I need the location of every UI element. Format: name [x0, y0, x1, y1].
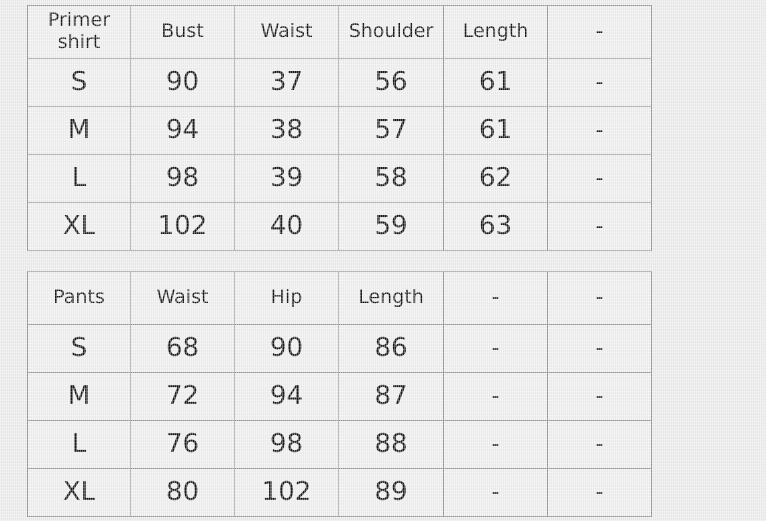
table-row: XL 80 102 89 - - — [27, 468, 652, 517]
header-cell-category: Primer shirt — [27, 5, 131, 59]
cell-empty: - — [547, 154, 652, 203]
cell-empty: - — [547, 202, 652, 251]
header-cell-waist: Waist — [234, 5, 339, 59]
row-size-label: S — [27, 58, 131, 107]
cell-empty-2: - — [547, 420, 652, 469]
cell-bust: 102 — [130, 202, 235, 251]
cell-waist: 37 — [234, 58, 339, 107]
cell-bust: 94 — [130, 106, 235, 155]
cell-bust: 90 — [130, 58, 235, 107]
cell-empty-2: - — [547, 372, 652, 421]
cell-empty-2: - — [547, 324, 652, 373]
cell-hip: 102 — [234, 468, 339, 517]
cell-length: 87 — [338, 372, 444, 421]
table-row: S 68 90 86 - - — [27, 324, 652, 373]
cell-shoulder: 56 — [338, 58, 444, 107]
header-cell-waist: Waist — [130, 271, 235, 325]
cell-length: 61 — [443, 58, 548, 107]
table-row: L 98 39 58 62 - — [27, 154, 652, 203]
row-size-label: L — [27, 154, 131, 203]
header-cell-hip: Hip — [234, 271, 339, 325]
row-size-label: M — [27, 372, 131, 421]
row-size-label: L — [27, 420, 131, 469]
cell-shoulder: 58 — [338, 154, 444, 203]
cell-empty-1: - — [443, 324, 548, 373]
cell-length: 63 — [443, 202, 548, 251]
cell-shoulder: 57 — [338, 106, 444, 155]
cell-waist: 68 — [130, 324, 235, 373]
cell-length: 62 — [443, 154, 548, 203]
row-size-label: M — [27, 106, 131, 155]
cell-empty: - — [547, 106, 652, 155]
header-cell-length: Length — [443, 5, 548, 59]
cell-hip: 98 — [234, 420, 339, 469]
cell-empty-1: - — [443, 420, 548, 469]
table-header-row: Primer shirt Bust Waist Shoulder Length … — [27, 5, 652, 59]
cell-waist: 76 — [130, 420, 235, 469]
table-row: M 72 94 87 - - — [27, 372, 652, 421]
cell-empty-2: - — [547, 468, 652, 517]
table-row: XL 102 40 59 63 - — [27, 202, 652, 251]
header-cell-category: Pants — [27, 271, 131, 325]
cell-length: 89 — [338, 468, 444, 517]
cell-shoulder: 59 — [338, 202, 444, 251]
cell-waist: 72 — [130, 372, 235, 421]
cell-length: 86 — [338, 324, 444, 373]
cell-waist: 38 — [234, 106, 339, 155]
cell-waist: 39 — [234, 154, 339, 203]
cell-empty: - — [547, 58, 652, 107]
size-chart-sheet: Primer shirt Bust Waist Shoulder Length … — [0, 0, 766, 521]
header-cell-shoulder: Shoulder — [338, 5, 444, 59]
row-size-label: XL — [27, 468, 131, 517]
table-row: L 76 98 88 - - — [27, 420, 652, 469]
cell-waist: 80 — [130, 468, 235, 517]
cell-empty-1: - — [443, 372, 548, 421]
header-cell-empty-1: - — [443, 271, 548, 325]
cell-hip: 94 — [234, 372, 339, 421]
row-size-label: S — [27, 324, 131, 373]
pants-size-table: Pants Waist Hip Length - - S 68 90 86 - … — [27, 271, 652, 517]
cell-length: 88 — [338, 420, 444, 469]
cell-hip: 90 — [234, 324, 339, 373]
header-cell-length: Length — [338, 271, 444, 325]
table-header-row: Pants Waist Hip Length - - — [27, 271, 652, 325]
table-row: M 94 38 57 61 - — [27, 106, 652, 155]
header-cell-empty-2: - — [547, 271, 652, 325]
header-cell-empty: - — [547, 5, 652, 59]
cell-empty-1: - — [443, 468, 548, 517]
cell-length: 61 — [443, 106, 548, 155]
row-size-label: XL — [27, 202, 131, 251]
header-cell-bust: Bust — [130, 5, 235, 59]
primer-shirt-size-table: Primer shirt Bust Waist Shoulder Length … — [27, 5, 652, 251]
cell-bust: 98 — [130, 154, 235, 203]
cell-waist: 40 — [234, 202, 339, 251]
table-row: S 90 37 56 61 - — [27, 58, 652, 107]
